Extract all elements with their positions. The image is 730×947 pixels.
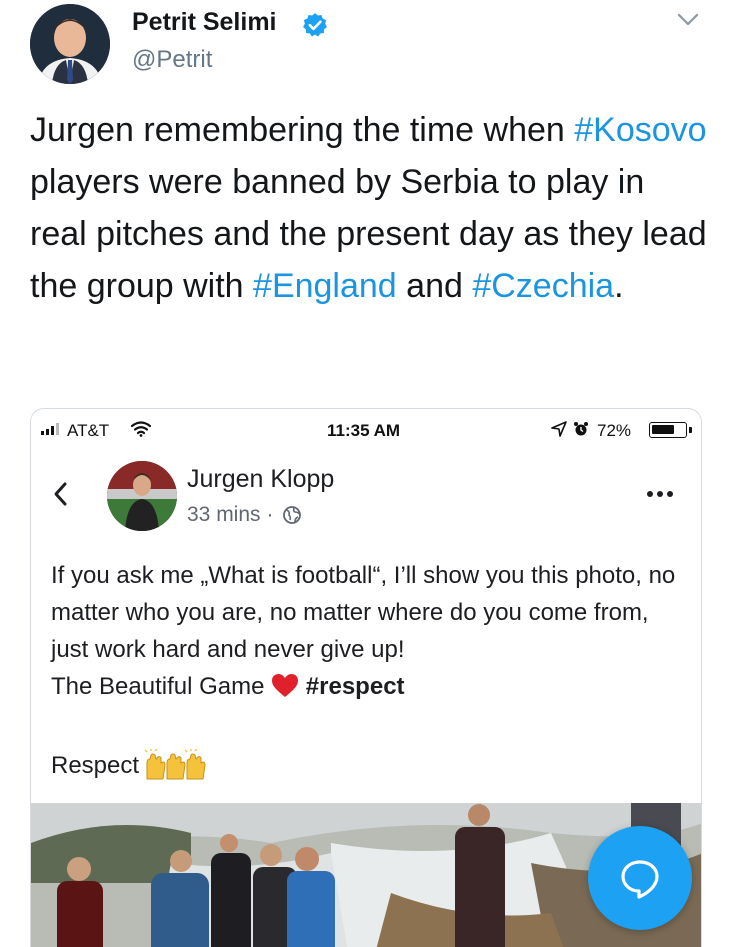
red-heart-icon — [272, 674, 299, 697]
post-hashtag[interactable]: #respect — [306, 673, 405, 700]
battery-tip — [689, 427, 692, 433]
battery-icon — [649, 422, 687, 438]
battery-fill — [652, 425, 675, 434]
tweet-text-segment: and — [396, 267, 473, 305]
author-handle[interactable]: @Petrit — [132, 46, 212, 74]
tweet-text-segment: Jurgen remembering the time when — [30, 111, 575, 149]
chevron-down-icon[interactable] — [676, 10, 700, 30]
verified-badge-icon — [303, 13, 327, 37]
raised-hands-icon — [144, 749, 206, 780]
alarm-icon — [574, 422, 588, 436]
signal-icon — [41, 423, 59, 435]
reply-bubble-icon — [621, 860, 659, 899]
tweet-header: Petrit Selimi @Petrit — [0, 0, 730, 100]
post-respect-line: Respect — [51, 749, 221, 783]
post-author-name[interactable]: Jurgen Klopp — [187, 465, 334, 494]
post-meta: 33 mins · — [187, 503, 302, 527]
location-arrow-icon — [551, 421, 567, 437]
author-avatar[interactable] — [30, 4, 110, 84]
status-bar: AT&T 11:35 AM 72% — [31, 409, 701, 451]
meta-separator: · — [266, 503, 274, 526]
post-line2-prefix: The Beautiful Game — [51, 673, 265, 700]
battery-percent: 72% — [597, 421, 632, 440]
back-arrow-icon[interactable] — [51, 481, 71, 507]
post-body: If you ask me „What is football“, I’ll s… — [51, 557, 691, 705]
respect-text: Respect — [51, 752, 140, 779]
status-time: 11:35 AM — [327, 421, 401, 440]
author-name[interactable]: Petrit Selimi — [132, 8, 277, 37]
globe-icon — [282, 506, 301, 524]
more-options-icon[interactable] — [645, 489, 675, 499]
tweet-hashtag[interactable]: #Kosovo — [574, 111, 706, 149]
post-time[interactable]: 33 mins — [187, 503, 261, 527]
post-author-avatar[interactable] — [107, 461, 177, 531]
reply-fab-button[interactable] — [588, 826, 692, 930]
carrier-label: AT&T — [67, 421, 110, 440]
tweet-text: Jurgen remembering the time when #Kosovo… — [30, 104, 710, 312]
tweet-hashtag[interactable]: #Czechia — [472, 267, 614, 305]
post-body-text: If you ask me „What is football“, I’ll s… — [51, 562, 676, 663]
wifi-icon — [131, 421, 151, 437]
tweet-hashtag[interactable]: #England — [253, 267, 397, 305]
tweet-text-segment: . — [614, 267, 624, 305]
